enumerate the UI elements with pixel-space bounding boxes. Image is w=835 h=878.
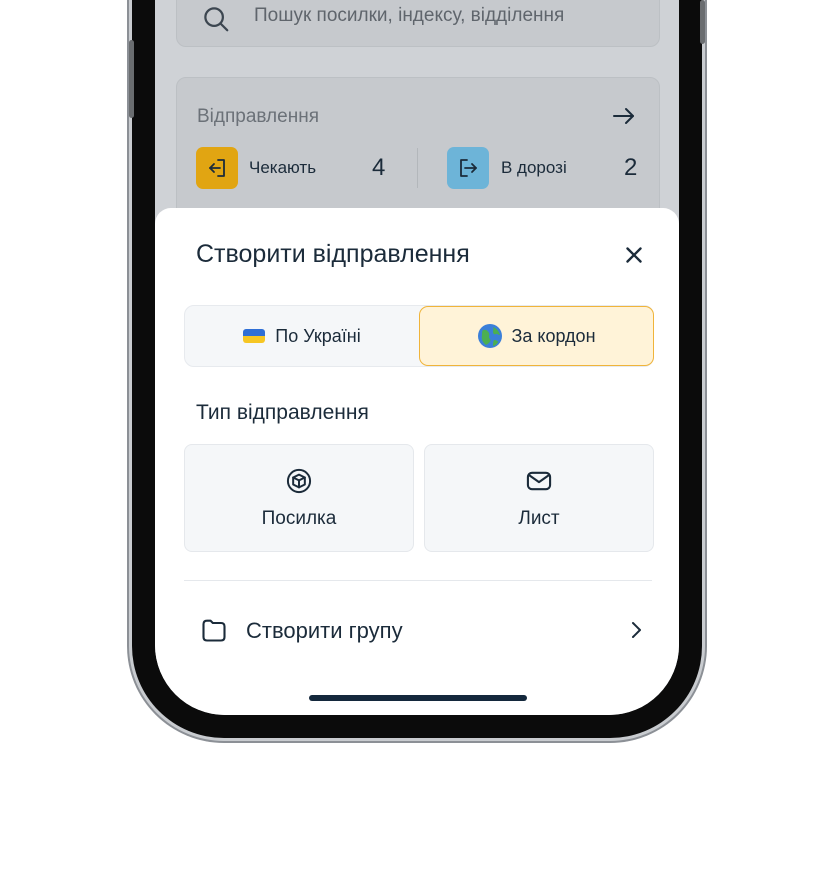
- type-letter-label: Лист: [518, 508, 560, 529]
- search-input[interactable]: Пошук посилки, індексу, відділення: [254, 5, 564, 27]
- create-group-label: Створити групу: [246, 618, 403, 643]
- destination-segmented-control: По Україні За кордон: [184, 305, 654, 367]
- chevron-right-icon: [632, 622, 641, 638]
- segment-abroad[interactable]: За кордон: [419, 306, 654, 366]
- type-package-label: Посилка: [261, 508, 337, 529]
- segment-ukraine-label: По Україні: [275, 325, 361, 346]
- outgoing-icon: [447, 147, 489, 189]
- in-transit-count: 2: [624, 154, 638, 181]
- folder-icon: [202, 619, 226, 642]
- power-button: [700, 0, 705, 44]
- create-group-row[interactable]: Створити групу: [184, 600, 652, 660]
- segment-abroad-label: За кордон: [511, 325, 596, 346]
- shipment-type-label: Тип відправлення: [196, 401, 369, 424]
- divider: [417, 148, 418, 188]
- envelope-icon: [526, 471, 552, 491]
- package-icon: [286, 468, 312, 494]
- incoming-icon: [196, 147, 238, 189]
- shipments-card[interactable]: Відправлення Чекають 4 В дорозі 2: [176, 77, 660, 219]
- arrow-right-icon[interactable]: [611, 104, 637, 128]
- divider: [184, 580, 652, 581]
- home-indicator[interactable]: [309, 695, 527, 701]
- volume-button: [129, 40, 134, 118]
- type-package-button[interactable]: Посилка: [184, 444, 414, 552]
- search-icon: [204, 7, 229, 32]
- in-transit-label: В дорозі: [501, 158, 567, 177]
- search-bar[interactable]: Пошук посилки, індексу, відділення: [176, 0, 660, 47]
- shipments-title: Відправлення: [197, 106, 319, 127]
- ukraine-flag-icon: [243, 329, 266, 343]
- segment-ukraine[interactable]: По Україні: [185, 306, 419, 366]
- screen: Пошук посилки, індексу, відділення Відпр…: [155, 0, 679, 715]
- close-icon[interactable]: [621, 242, 647, 268]
- waiting-label: Чекають: [249, 158, 317, 177]
- globe-icon: [478, 324, 503, 348]
- waiting-count: 4: [372, 154, 386, 181]
- sheet-title: Створити відправлення: [196, 240, 470, 268]
- create-shipment-sheet: Створити відправлення По Україні За корд…: [155, 208, 679, 715]
- phone-frame: Пошук посилки, індексу, відділення Відпр…: [129, 0, 705, 738]
- type-letter-button[interactable]: Лист: [424, 444, 654, 552]
